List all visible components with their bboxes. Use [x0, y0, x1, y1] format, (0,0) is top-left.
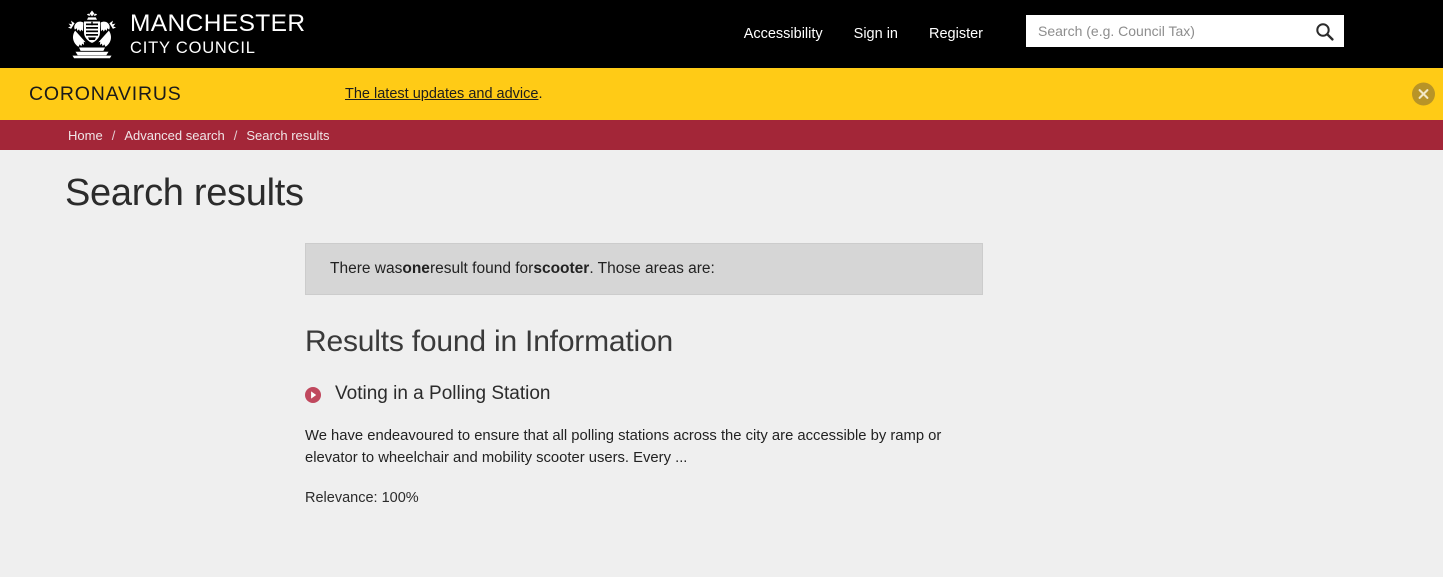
breadcrumb: Home / Advanced search / Search results: [0, 120, 1443, 150]
manchester-coat-of-arms-icon: [68, 10, 116, 59]
coronavirus-updates-link[interactable]: The latest updates and advice: [345, 86, 538, 102]
nav-link-sign-in[interactable]: Sign in: [854, 26, 898, 42]
summary-suffix: . Those areas are:: [589, 260, 715, 277]
close-icon: [1418, 89, 1429, 99]
search-result-description: We have endeavoured to ensure that all p…: [305, 428, 942, 466]
nav-link-register[interactable]: Register: [929, 26, 983, 42]
breadcrumb-separator: /: [233, 127, 238, 143]
header-search: [1026, 15, 1344, 47]
breadcrumb-item-advanced-search[interactable]: Advanced search: [124, 128, 224, 143]
breadcrumb-item-search-results: Search results: [246, 127, 330, 143]
search-icon: [1315, 22, 1334, 41]
search-result-item: Voting in a Polling Station We have ende…: [305, 359, 983, 506]
site-header: MANCHESTER CITY COUNCIL Accessibility Si…: [0, 0, 1443, 68]
search-input[interactable]: [1026, 16, 1304, 46]
logo-secondary-text: CITY COUNCIL: [130, 38, 256, 57]
summary-query: scooter: [533, 260, 590, 277]
search-result-relevance: Relevance: 100%: [305, 490, 419, 506]
coronavirus-banner-title: CORONAVIRUS: [29, 82, 182, 105]
coronavirus-banner-close-button[interactable]: [1412, 82, 1435, 106]
summary-prefix: There was: [330, 260, 403, 277]
header-nav: Accessibility Sign in Register: [744, 0, 983, 68]
nav-link-accessibility[interactable]: Accessibility: [744, 26, 823, 42]
site-logo[interactable]: MANCHESTER CITY COUNCIL: [66, 7, 306, 61]
search-submit-button[interactable]: [1304, 15, 1344, 47]
logo-primary-text: MANCHESTER: [130, 10, 306, 37]
search-results-column: There was one result found for scooter. …: [305, 243, 983, 506]
coronavirus-banner: CORONAVIRUS The latest updates and advic…: [0, 68, 1443, 120]
results-section-heading: Results found in Information: [305, 325, 673, 358]
page-title: Search results: [65, 172, 304, 214]
coronavirus-banner-period: .: [538, 86, 543, 102]
main-content: Search results There was one result foun…: [0, 150, 1443, 577]
search-summary-box: There was one result found for scooter. …: [305, 243, 983, 295]
play-circle-icon: [305, 386, 321, 403]
search-result-link-row: Voting in a Polling Station: [305, 383, 983, 405]
search-result-title-link[interactable]: Voting in a Polling Station: [335, 383, 551, 405]
breadcrumb-separator: /: [111, 127, 116, 143]
breadcrumb-item-home[interactable]: Home: [68, 128, 103, 143]
summary-count: one: [402, 260, 430, 277]
summary-middle: result found for: [429, 260, 534, 277]
coronavirus-banner-message: The latest updates and advice.: [345, 68, 543, 120]
